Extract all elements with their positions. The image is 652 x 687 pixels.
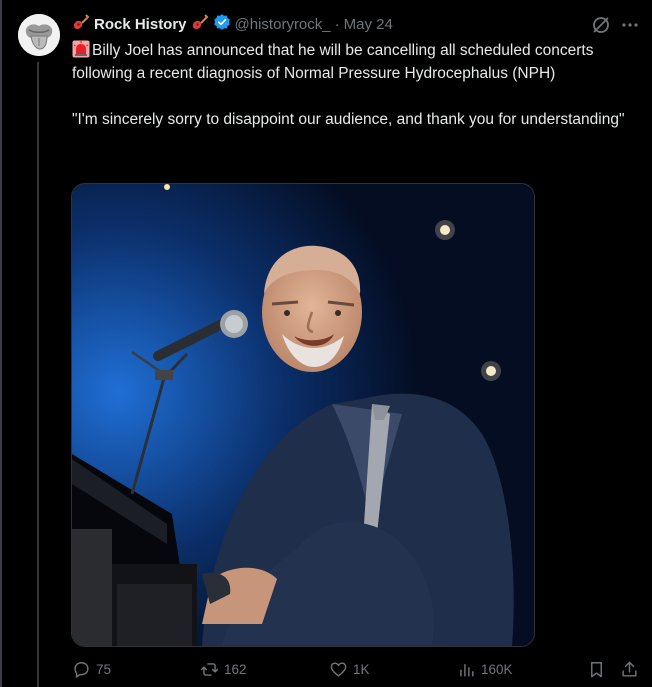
grok-icon[interactable]: [590, 14, 612, 36]
share-icon: [622, 661, 637, 677]
avatar[interactable]: [18, 14, 60, 56]
bookmark-button[interactable]: [587, 656, 606, 682]
siren-icon: [72, 40, 90, 58]
reply-icon: [74, 661, 89, 678]
guitar-icon: [72, 13, 90, 35]
view-count: 160K: [481, 661, 513, 677]
repost-icon: [200, 662, 219, 676]
reply-count: 75: [96, 661, 112, 677]
views-button[interactable]: 160K: [457, 656, 513, 682]
heart-icon: [330, 661, 347, 677]
post-date[interactable]: May 24: [344, 16, 393, 33]
thread-line: [37, 62, 39, 687]
concert-photo: [72, 184, 534, 646]
frame-left-border: [0, 0, 2, 687]
author-name[interactable]: Rock History: [94, 16, 187, 33]
author-handle[interactable]: @historyrock_: [235, 16, 331, 33]
guitar-icon: [191, 13, 209, 35]
post-header: Rock History @historyrock_ · May 24: [72, 13, 592, 35]
repost-button[interactable]: 162: [200, 656, 247, 682]
post-paragraph: Billy Joel has announced that he will be…: [72, 39, 632, 85]
verified-badge-icon[interactable]: [213, 13, 231, 35]
action-bar: 75 162 1K 160K: [72, 656, 646, 682]
reply-button[interactable]: 75: [72, 656, 111, 682]
like-button[interactable]: 1K: [329, 656, 370, 682]
share-button[interactable]: [620, 656, 639, 682]
like-count: 1K: [353, 661, 370, 677]
repost-count: 162: [224, 661, 247, 677]
post-text-line1: Billy Joel has announced that he will be…: [72, 42, 594, 82]
separator-dot: ·: [334, 15, 340, 33]
post-quote: "I'm sincerely sorry to disappoint our a…: [72, 111, 625, 128]
views-icon: [460, 663, 474, 677]
bookmark-icon: [591, 661, 602, 677]
post-photo[interactable]: [71, 183, 535, 647]
rolling-stones-tongue-logo: [18, 14, 60, 56]
post-text: Billy Joel has announced that he will be…: [72, 39, 632, 131]
more-icon[interactable]: [619, 15, 641, 35]
